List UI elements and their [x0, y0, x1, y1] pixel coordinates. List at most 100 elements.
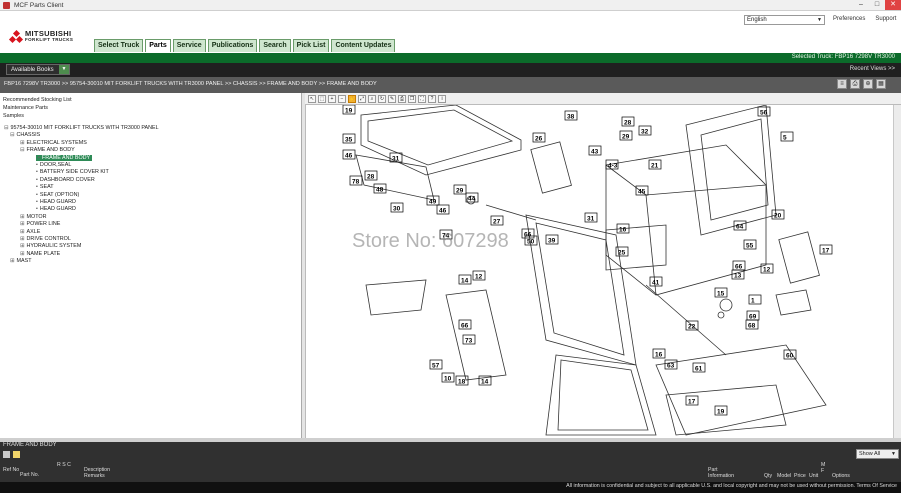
callout-22[interactable]: 22	[688, 324, 696, 331]
copy-icon[interactable]: ❐	[408, 94, 416, 103]
list-view-icon[interactable]: ≡	[837, 79, 847, 89]
callout-66[interactable]: 66	[524, 232, 532, 239]
page-icon[interactable]: ▪	[38, 155, 40, 161]
callout-46[interactable]: 46	[439, 208, 447, 215]
tree-item[interactable]: ⊟ 95754-30010 MIT FORKLIFT TRUCKS WITH TR…	[4, 125, 159, 131]
callout-31[interactable]: 31	[392, 156, 400, 163]
parts-diagram[interactable]: 19 56 35 38 28 32 26 29 5 46 43 4-3 21 31 78 28 48 45 30 29…	[305, 104, 901, 438]
tab-content-updates[interactable]: Content Updates	[331, 39, 396, 52]
tab-parts[interactable]: Parts	[145, 39, 171, 52]
callout-64[interactable]: 64	[736, 224, 744, 231]
samples-link[interactable]: Samples	[3, 113, 24, 119]
col-price[interactable]: Price	[794, 473, 806, 479]
callout-15[interactable]: 15	[717, 291, 725, 298]
callout-41[interactable]: 41	[652, 280, 660, 287]
callout-49[interactable]: 49	[429, 199, 437, 206]
callout-16[interactable]: 16	[619, 227, 627, 234]
callout-1[interactable]: 1	[751, 298, 755, 305]
magnify-icon[interactable]: ⌕	[368, 94, 376, 103]
help-icon[interactable]: ?	[428, 94, 436, 103]
select-icon[interactable]: ⬚	[318, 94, 326, 103]
callout-14[interactable]: 14	[481, 379, 489, 386]
tree-item[interactable]: ▪ SEAT (OPTION)	[36, 192, 79, 198]
callout-29[interactable]: 29	[622, 134, 630, 141]
callout-18[interactable]: 18	[458, 379, 466, 386]
recent-views-link[interactable]: Recent Views >>	[850, 66, 895, 72]
tab-publications[interactable]: Publications	[207, 39, 258, 52]
expand-toggle-icon[interactable]: ⊟	[10, 132, 15, 138]
page-icon[interactable]: ▪	[36, 184, 38, 190]
callout-17[interactable]: 17	[822, 248, 830, 255]
callout-12[interactable]: 12	[475, 274, 483, 281]
callout-4-3[interactable]: 4-3	[608, 163, 618, 170]
preferences-link[interactable]: Preferences	[833, 16, 865, 22]
expand-toggle-icon[interactable]: ⊟	[4, 125, 9, 131]
callout-20[interactable]: 20	[774, 213, 782, 220]
expand-toggle-icon[interactable]: ⊞	[20, 236, 25, 242]
callout-60[interactable]: 60	[786, 353, 794, 360]
callout-17[interactable]: 17	[688, 399, 696, 406]
callout-38[interactable]: 38	[567, 114, 575, 121]
callout-19[interactable]: 19	[717, 409, 725, 416]
col-ref-no[interactable]: Ref No	[3, 467, 19, 473]
col-mf[interactable]: M F	[821, 462, 827, 474]
layout-icon[interactable]: ▦	[876, 79, 886, 89]
show-all-select[interactable]: Show All ▼	[856, 449, 899, 459]
comment-icon[interactable]	[3, 451, 10, 458]
page-icon[interactable]: ▪	[36, 162, 38, 168]
callout-57[interactable]: 57	[432, 363, 440, 370]
callout-32[interactable]: 32	[641, 129, 649, 136]
diagram-vertical-scrollbar[interactable]	[893, 105, 901, 438]
tree-item[interactable]: ⊟ FRAME AND BODY	[20, 147, 75, 153]
callout-14[interactable]: 14	[461, 278, 469, 285]
tree-item[interactable]: ⊞ DRIVE CONTROL	[20, 236, 71, 242]
expand-toggle-icon[interactable]: ⊞	[20, 243, 25, 249]
callout-50[interactable]: 50	[527, 239, 535, 246]
col-model[interactable]: Model	[777, 473, 791, 479]
tree-item[interactable]: ⊞ AXLE	[20, 229, 40, 235]
maintenance-parts-link[interactable]: Maintenance Parts	[3, 105, 48, 111]
tree-item[interactable]: ▪ DASHBOARD COVER	[36, 177, 95, 183]
page-icon[interactable]: ▪	[36, 169, 38, 175]
tree-item[interactable]: ▪ DOOR,SEAL	[36, 162, 71, 168]
callout-44[interactable]: 44	[468, 196, 476, 203]
col-remarks[interactable]: Remarks	[84, 473, 105, 479]
callout-30[interactable]: 30	[393, 206, 401, 213]
fit-icon[interactable]: ⤢	[358, 94, 366, 103]
callout-21[interactable]: 21	[651, 163, 659, 170]
callout-28[interactable]: 28	[367, 174, 375, 181]
language-select[interactable]: English ▼	[744, 15, 825, 25]
callout-66[interactable]: 66	[735, 264, 743, 271]
callout-27[interactable]: 27	[493, 219, 501, 226]
tab-search[interactable]: Search	[259, 39, 291, 52]
zoom-in-icon[interactable]: +	[328, 94, 336, 103]
close-button[interactable]: ✕	[885, 0, 901, 10]
col-rsc[interactable]: R S C	[57, 462, 75, 468]
expand-toggle-icon[interactable]: ⊞	[20, 221, 25, 227]
page-icon[interactable]: ▪	[36, 192, 38, 198]
page-icon[interactable]: ▪	[36, 199, 38, 205]
expand-toggle-icon[interactable]: ⊞	[10, 258, 15, 264]
callout-69[interactable]: 69	[749, 314, 757, 321]
callout-29[interactable]: 29	[456, 188, 464, 195]
expand-toggle-icon[interactable]: ⊞	[20, 214, 25, 220]
callout-19[interactable]: 19	[345, 108, 353, 115]
tree-item[interactable]: ▪ FRAME AND BODY	[36, 154, 93, 161]
callout-66[interactable]: 66	[461, 323, 469, 330]
redline-icon[interactable]: ✎	[388, 94, 396, 103]
print-icon[interactable]: ⎙	[850, 79, 860, 89]
callout-48[interactable]: 48	[376, 187, 384, 194]
rotate-icon[interactable]: ↻	[378, 94, 386, 103]
note-icon[interactable]	[13, 451, 20, 458]
tree-item[interactable]: ⊞ ELECTRICAL SYSTEMS	[20, 140, 87, 146]
pan-hand-icon[interactable]: ✋	[348, 94, 356, 103]
tree-item[interactable]: ▪ HEAD GUARD	[36, 206, 76, 212]
expand-toggle-icon[interactable]: ⊞	[20, 251, 25, 257]
zoom-icon[interactable]: ⊕	[863, 79, 873, 89]
available-books-select[interactable]: Available Books ▼	[6, 64, 70, 75]
col-qty[interactable]: Qty	[764, 473, 772, 479]
callout-28[interactable]: 28	[624, 120, 632, 127]
callout-10[interactable]: 10	[444, 376, 452, 383]
tree-item[interactable]: ⊞ HYDRAULIC SYSTEM	[20, 243, 81, 249]
callout-46[interactable]: 46	[345, 153, 353, 160]
